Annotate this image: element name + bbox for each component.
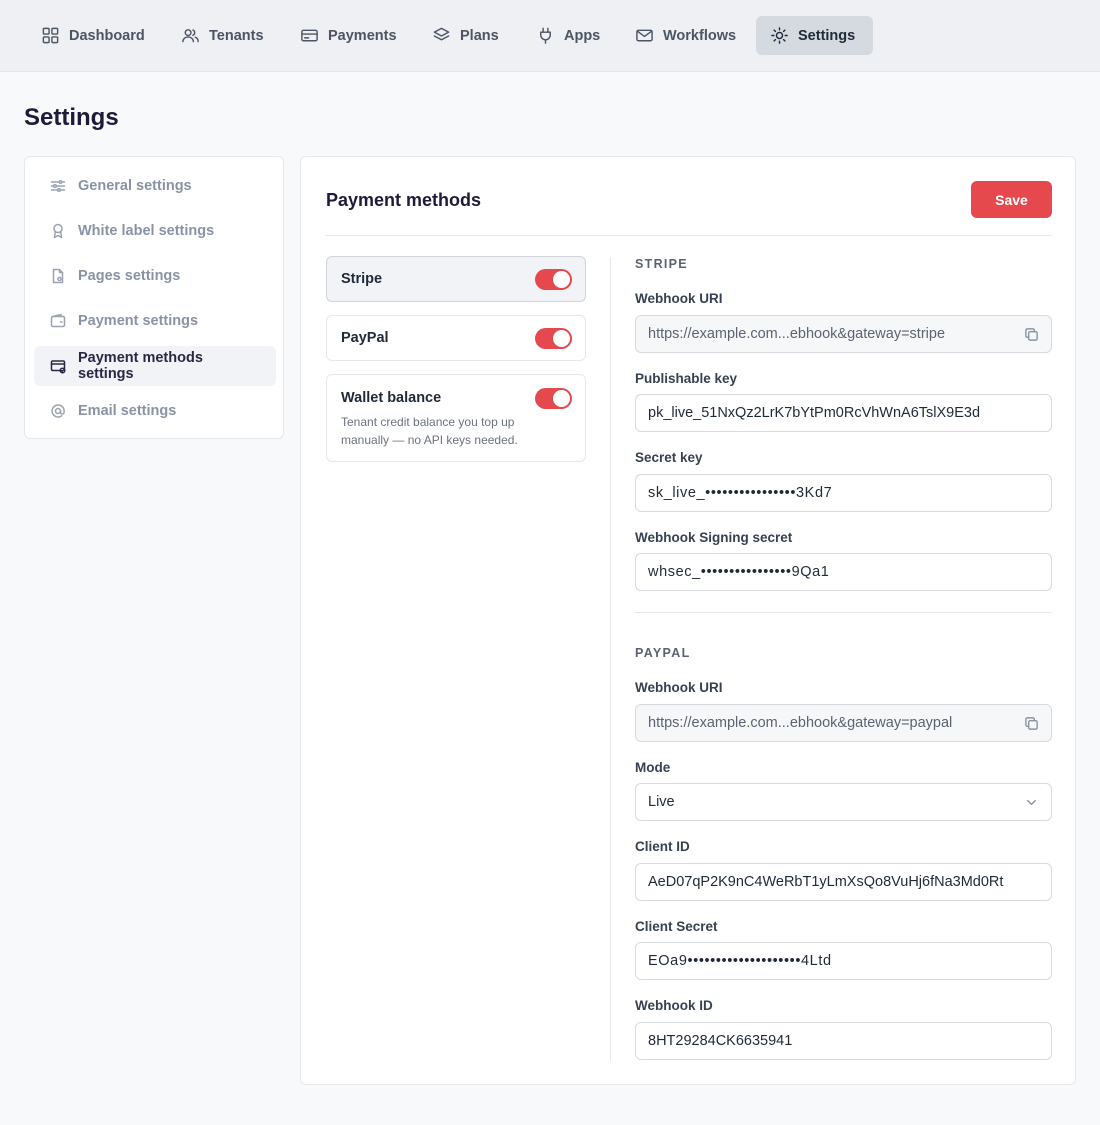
- method-wallet-balance[interactable]: Wallet balance Tenant credit balance you…: [326, 374, 586, 462]
- wallet-icon: [50, 313, 66, 328]
- nav-item-settings[interactable]: Settings: [756, 16, 873, 55]
- field-value: https://example.com...ebhook&gateway=str…: [648, 326, 946, 342]
- payment-methods-card: Payment methods Save Stripe PayPal Walle…: [300, 156, 1076, 1085]
- nav-label: Workflows: [663, 27, 737, 44]
- sidebar-item-label: White label settings: [78, 223, 215, 239]
- at-icon: [51, 404, 65, 418]
- credit-card-icon: [301, 29, 318, 42]
- sidebar-item-payment-methods-settings[interactable]: Payment methods settings: [34, 346, 276, 386]
- sun-gear-icon: [771, 27, 788, 44]
- paypal-webhook-id-field[interactable]: 8HT29284CK6635941: [635, 1022, 1052, 1060]
- field-value: 8HT29284CK6635941: [648, 1033, 793, 1049]
- sidebar-item-label: Payment settings: [78, 313, 199, 329]
- field-label: Webhook URI: [635, 680, 723, 695]
- stripe-secret-key-field[interactable]: sk_live_••••••••••••••••3Kd7: [635, 474, 1052, 512]
- stripe-publishable-key-field[interactable]: pk_live_51NxQz2LrK7bYtPm0RcVhWnA6TslX9E3…: [635, 394, 1052, 432]
- stripe-toggle[interactable]: [535, 269, 572, 290]
- copy-icon[interactable]: [1024, 716, 1039, 731]
- sidebar-item-general-settings[interactable]: General settings: [34, 166, 276, 206]
- sidebar-item-label: Pages settings: [78, 268, 181, 284]
- sidebar-item-white-label-settings[interactable]: White label settings: [34, 211, 276, 251]
- nav-label: Settings: [798, 27, 856, 44]
- field-value: whsec_••••••••••••••••9Qa1: [648, 564, 830, 580]
- nav-label: Tenants: [209, 27, 264, 44]
- stripe-section-label: STRIPE: [635, 257, 688, 271]
- field-label: Webhook URI: [635, 291, 723, 306]
- stripe-webhook-uri-field: https://example.com...ebhook&gateway=str…: [635, 315, 1052, 353]
- users-icon: [182, 29, 199, 43]
- method-description: Tenant credit balance you top up manuall…: [341, 415, 518, 447]
- plug-icon: [540, 27, 551, 44]
- method-paypal[interactable]: PayPal: [326, 315, 586, 361]
- nav-label: Plans: [460, 27, 499, 44]
- nav-item-tenants[interactable]: Tenants: [167, 16, 278, 55]
- sidebar-item-label: Payment methods settings: [78, 350, 203, 382]
- field-label: Secret key: [635, 450, 703, 465]
- nav-item-payments[interactable]: Payments: [286, 16, 411, 55]
- card-title: Payment methods: [326, 190, 482, 210]
- divider: [610, 257, 611, 1061]
- field-value: pk_live_51NxQz2LrK7bYtPm0RcVhWnA6TslX9E3…: [648, 405, 981, 421]
- field-value: AeD07qP2K9nC4WeRbT1yLmXsQo8VuHj6fNa3Md0R…: [648, 874, 1004, 890]
- select-value: Live: [648, 794, 675, 810]
- field-label: Webhook Signing secret: [635, 530, 793, 545]
- nav-item-plans[interactable]: Plans: [418, 16, 513, 55]
- paypal-mode-select[interactable]: Live: [635, 783, 1052, 821]
- field-label: Webhook ID: [635, 998, 713, 1013]
- wallet-balance-toggle[interactable]: [535, 388, 572, 409]
- nav-item-dashboard[interactable]: Dashboard: [27, 16, 159, 55]
- sidebar-item-payment-settings[interactable]: Payment settings: [34, 301, 276, 341]
- method-stripe[interactable]: Stripe: [326, 256, 586, 302]
- nav-label: Apps: [564, 27, 601, 44]
- badge-icon: [53, 223, 63, 239]
- divider: [326, 235, 1052, 236]
- sidebar-item-email-settings[interactable]: Email settings: [34, 391, 276, 431]
- paypal-webhook-uri-field: https://example.com...ebhook&gateway=pay…: [635, 704, 1052, 742]
- page-title: Settings: [24, 104, 119, 131]
- layers-icon: [433, 27, 450, 41]
- chevron-down-icon: [1027, 799, 1036, 805]
- card-check-icon: [50, 360, 66, 374]
- field-label: Mode: [635, 760, 671, 775]
- divider: [634, 612, 1052, 613]
- mail-icon: [636, 29, 653, 42]
- grid-icon: [42, 27, 59, 44]
- field-value: EOa9••••••••••••••••••••4Ltd: [648, 953, 832, 969]
- paypal-toggle[interactable]: [535, 328, 572, 349]
- nav-item-workflows[interactable]: Workflows: [621, 16, 750, 55]
- field-value: https://example.com...ebhook&gateway=pay…: [648, 715, 953, 731]
- sidebar-item-label: General settings: [78, 178, 192, 194]
- paypal-section-label: PAYPAL: [635, 646, 691, 660]
- settings-sidebar: General settings White label settings Pa…: [24, 156, 284, 439]
- paypal-client-secret-field[interactable]: EOa9••••••••••••••••••••4Ltd: [635, 942, 1052, 980]
- top-nav: Dashboard Tenants Payments Plans Apps Wo…: [0, 0, 1100, 72]
- save-button[interactable]: Save: [971, 181, 1052, 218]
- sliders-icon: [50, 179, 66, 193]
- file-icon: [52, 268, 64, 284]
- nav-item-apps[interactable]: Apps: [522, 16, 614, 55]
- paypal-client-id-field[interactable]: AeD07qP2K9nC4WeRbT1yLmXsQo8VuHj6fNa3Md0R…: [635, 863, 1052, 901]
- field-label: Client ID: [635, 839, 690, 854]
- method-name: Wallet balance: [341, 390, 442, 406]
- copy-icon[interactable]: [1024, 327, 1039, 342]
- stripe-webhook-signing-secret-field[interactable]: whsec_••••••••••••••••9Qa1: [635, 553, 1052, 591]
- sidebar-item-pages-settings[interactable]: Pages settings: [34, 256, 276, 296]
- nav-label: Payments: [328, 27, 397, 44]
- field-label: Client Secret: [635, 919, 718, 934]
- method-name: Stripe: [341, 271, 383, 287]
- field-label: Publishable key: [635, 371, 738, 386]
- sidebar-item-label: Email settings: [78, 403, 177, 419]
- field-value: sk_live_••••••••••••••••3Kd7: [648, 485, 833, 501]
- method-name: PayPal: [341, 330, 389, 346]
- nav-label: Dashboard: [69, 27, 145, 44]
